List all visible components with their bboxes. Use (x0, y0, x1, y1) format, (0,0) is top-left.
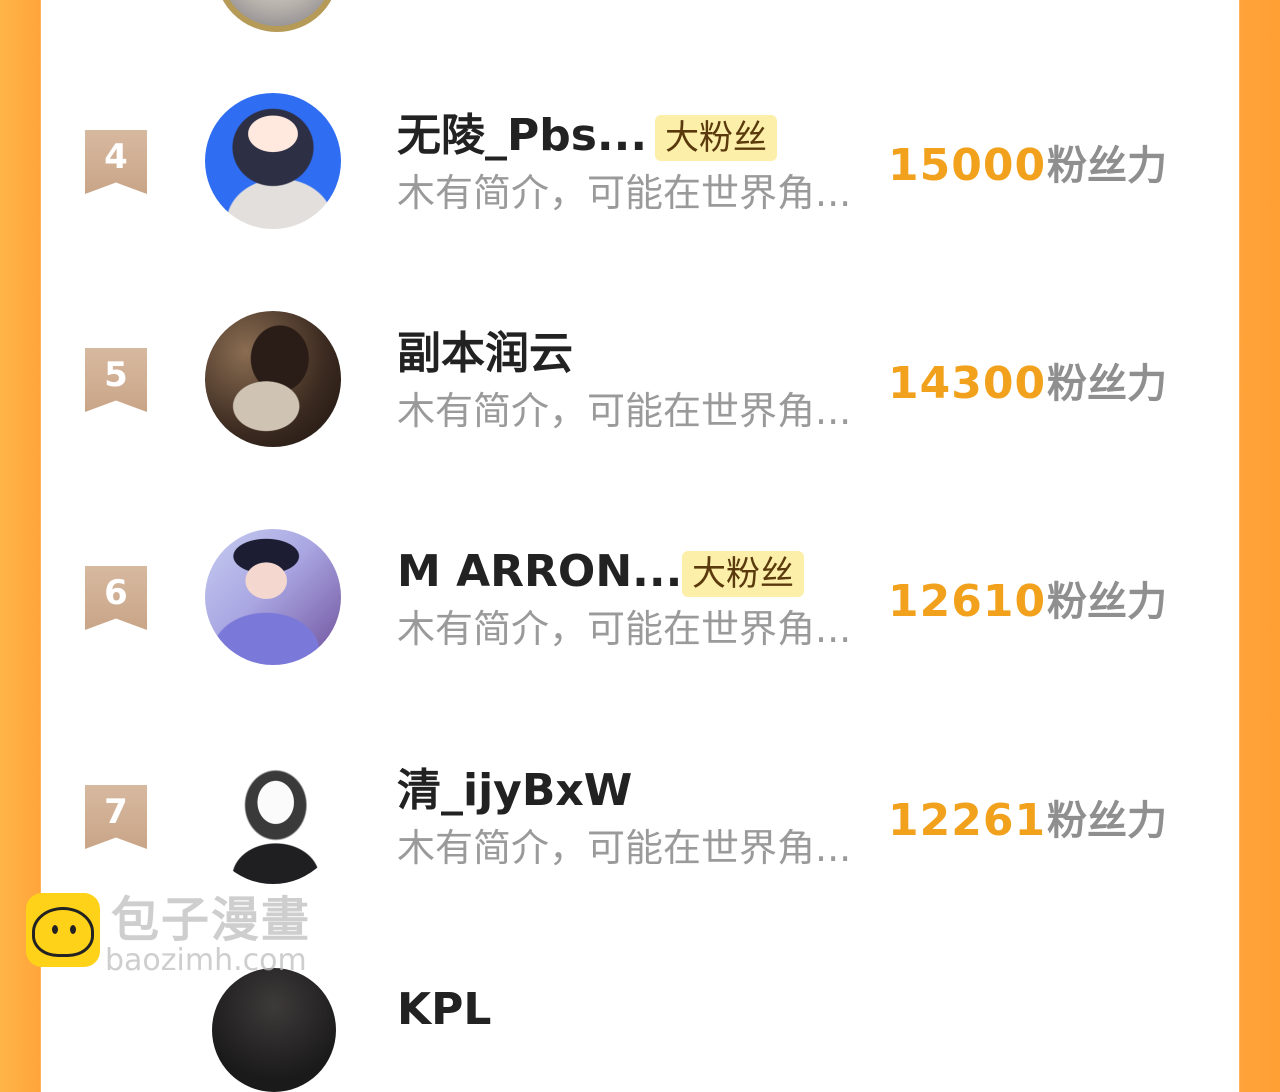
user-name[interactable]: 无陵_Pbs... (397, 110, 647, 162)
fan-power-value: 12610 (888, 576, 1047, 627)
user-avatar[interactable] (205, 311, 341, 447)
fan-power-value: 12261 (888, 795, 1047, 846)
watermark-url: baozimh.com (105, 943, 307, 978)
user-name[interactable]: M ARRON... (397, 546, 682, 598)
user-description: 木有简介，可能在世界角... (397, 826, 852, 870)
user-name[interactable]: 副本润云 (397, 328, 573, 380)
big-fan-badge: 大粉丝 (682, 551, 804, 597)
user-description: 木有简介，可能在世界角... (397, 389, 852, 433)
user-avatar[interactable] (205, 93, 341, 229)
user-description: 木有简介，可能在世界角... (397, 171, 852, 215)
user-avatar[interactable] (205, 748, 341, 884)
baozi-logo-icon (26, 893, 100, 967)
bun-icon (32, 907, 94, 957)
user-description: 木有简介，可能在世界角... (397, 607, 852, 651)
fan-power-label: 粉丝力 (1047, 361, 1167, 407)
watermark-title: 包子漫畫 (111, 892, 312, 948)
fan-power-label: 粉丝力 (1047, 798, 1167, 844)
fan-power-label: 粉丝力 (1047, 579, 1167, 625)
fan-power-value: 15000 (888, 140, 1047, 191)
rank-8-avatar[interactable] (212, 968, 336, 1092)
big-fan-badge: 大粉丝 (655, 115, 777, 161)
user-name[interactable]: 清_ijyBxW (397, 765, 632, 817)
rank-8-user-name[interactable]: KPL (397, 984, 491, 1036)
logo-eye-right (70, 925, 76, 934)
logo-eye-left (52, 925, 58, 934)
user-avatar[interactable] (205, 529, 341, 665)
fan-power-value: 14300 (888, 358, 1047, 409)
fan-power-label: 粉丝力 (1047, 143, 1167, 189)
